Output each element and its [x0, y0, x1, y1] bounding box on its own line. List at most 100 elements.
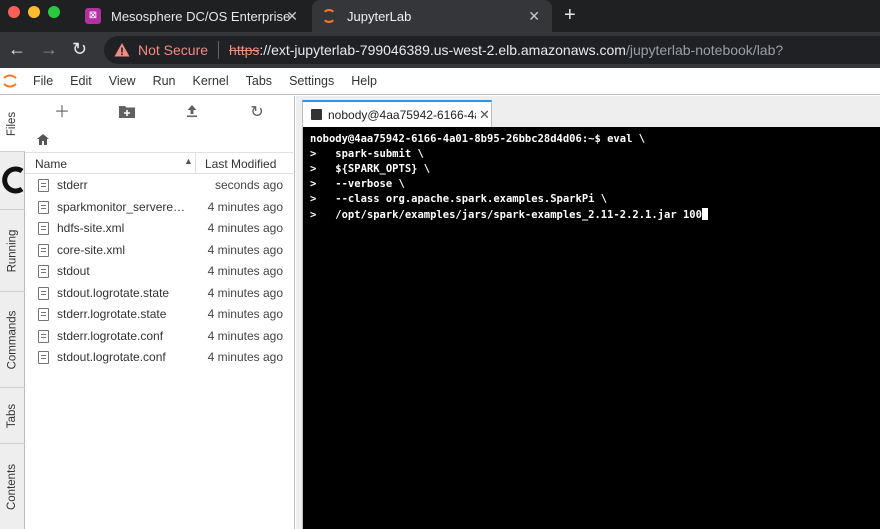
reload-button[interactable]: ↻: [72, 39, 87, 60]
terminal-line-text: > ${SPARK_OPTS} \: [310, 163, 431, 175]
menu-kernel[interactable]: Kernel: [193, 74, 229, 88]
file-row[interactable]: stdout 4 minutes ago: [25, 261, 295, 283]
file-modified: 4 minutes ago: [207, 307, 283, 321]
file-modified: 4 minutes ago: [207, 285, 283, 300]
breadcrumb[interactable]: [37, 134, 49, 148]
menu-edit[interactable]: Edit: [70, 74, 92, 88]
file-row[interactable]: core-site.xml 4 minutes ago: [25, 240, 295, 262]
file-row[interactable]: stdout.logrotate.state 4 minutes ago: [25, 283, 295, 305]
file-row[interactable]: stderr.logrotate.conf 4 minutes ago: [25, 326, 295, 348]
jupyter-menu-bar: File Edit View Run Kernel Tabs Settings …: [0, 68, 880, 95]
file-browser-toolbar: ＋ ↻: [25, 96, 295, 129]
url-scheme: https: [229, 42, 260, 58]
file-modified: 4 minutes ago: [207, 242, 283, 257]
maximize-window-button[interactable]: [48, 6, 60, 18]
file-row[interactable]: stderr seconds ago: [25, 175, 295, 197]
file-name: stdout.logrotate.conf: [57, 350, 166, 364]
file-modified: 4 minutes ago: [207, 221, 283, 235]
menu-settings[interactable]: Settings: [289, 74, 334, 88]
sidebar-tab-label: Contents: [6, 463, 19, 510]
terminal-icon: [311, 109, 322, 120]
close-window-button[interactable]: [8, 6, 20, 18]
file-modified: 4 minutes ago: [207, 350, 283, 364]
terminal-line-text: > --verbose \: [310, 178, 405, 190]
upload-icon[interactable]: [183, 104, 201, 122]
file-modified: 4 minutes ago: [207, 328, 283, 343]
sidebar-tab-label: Running: [6, 229, 19, 272]
file-browser: ＋ ↻ Name ▲ Last Modified stderr seconds a…: [25, 96, 295, 529]
file-name: stdout: [57, 264, 90, 278]
close-tab-icon[interactable]: ✕: [479, 107, 490, 123]
sidebar-tab-contents[interactable]: Contents: [0, 444, 25, 529]
left-sidebar: Files Running Commands Tabs Contents: [0, 96, 25, 529]
file-icon: [38, 286, 49, 300]
sort-ascending-icon[interactable]: ▲: [184, 156, 193, 166]
menu-file[interactable]: File: [33, 74, 53, 88]
new-folder-icon[interactable]: [118, 104, 136, 122]
file-name: core-site.xml: [57, 242, 126, 257]
sidebar-tab-files[interactable]: Files: [0, 96, 25, 152]
file-name: sparkmonitor_serverextension.log: [57, 199, 189, 214]
url-path: /jupyterlab-notebook/lab?: [625, 42, 784, 58]
file-name: hdfs-site.xml: [57, 221, 125, 235]
terminal-line: > spark-submit \: [310, 148, 424, 160]
file-name: stderr: [57, 178, 88, 192]
column-divider[interactable]: [195, 153, 196, 174]
file-icon: [38, 351, 49, 364]
refresh-icon[interactable]: ↻: [248, 104, 266, 122]
terminal-line-text: > /opt/spark/examples/jars/spark-example…: [310, 209, 702, 221]
terminal-line-text: nobody@4aa75942-6166-4a01-8b95-26bbc28d4…: [310, 133, 646, 145]
close-tab-icon[interactable]: ✕: [286, 8, 298, 25]
terminal-tab[interactable]: nobody@4aa75942-6166-4a01-8b95-26bbc28d4…: [302, 100, 492, 127]
file-icon: [38, 329, 49, 343]
browser-tab-jupyterlab[interactable]: JupyterLab ✕: [312, 0, 552, 32]
security-status-label[interactable]: Not Secure: [138, 42, 208, 58]
file-icon: [38, 179, 49, 192]
file-row[interactable]: hdfs-site.xml 4 minutes ago: [25, 218, 295, 240]
warning-icon: [114, 42, 130, 58]
column-name[interactable]: Name: [35, 157, 67, 171]
close-tab-icon[interactable]: ✕: [528, 8, 540, 25]
sidebar-tab-label: Commands: [6, 310, 19, 369]
column-last-modified[interactable]: Last Modified: [205, 157, 276, 171]
terminal-line: > /opt/spark/examples/jars/spark-example…: [310, 208, 708, 221]
file-row[interactable]: sparkmonitor_serverextension.log 4 minute…: [25, 197, 295, 219]
sidebar-tab-running[interactable]: Running: [0, 210, 25, 292]
sidebar-tab-commands[interactable]: Commands: [0, 292, 25, 388]
menu-tabs[interactable]: Tabs: [246, 74, 272, 88]
terminal-line: > --class org.apache.spark.examples.Spar…: [310, 193, 607, 205]
browser-tab-title: JupyterLab: [347, 8, 412, 24]
file-modified: seconds ago: [214, 178, 283, 192]
sidebar-tab-label: Tabs: [6, 403, 19, 428]
address-divider: [218, 41, 220, 59]
url-host: ://ext-jupyterlab-799046389.us-west-2.el…: [259, 42, 626, 58]
address-bar[interactable]: Not Secure https://ext-jupyterlab-799046…: [104, 36, 880, 64]
file-modified: 4 minutes ago: [207, 199, 283, 214]
new-tab-button[interactable]: +: [564, 4, 576, 27]
terminal-line: > ${SPARK_OPTS} \: [310, 163, 430, 175]
file-icon: [38, 308, 49, 321]
sidebar-tab-extension[interactable]: [0, 154, 25, 210]
home-icon: [37, 134, 49, 145]
sidebar-tab-tabs[interactable]: Tabs: [0, 388, 25, 444]
browser-tab-mesosphere[interactable]: ⊠ Mesosphere DC/OS Enterprise ✕: [76, 0, 310, 32]
terminal-cursor: [701, 208, 708, 220]
jupyter-icon: [321, 8, 337, 24]
menu-help[interactable]: Help: [351, 74, 377, 88]
mesosphere-icon: ⊠: [85, 8, 101, 24]
terminal-output[interactable]: nobody@4aa75942-6166-4a01-8b95-26bbc28d4…: [302, 127, 880, 529]
file-modified: 4 minutes ago: [207, 264, 283, 278]
forward-button[interactable]: →: [40, 39, 58, 60]
browser-toolbar: ← → ↻ Not Secure https://ext-jupyterlab-…: [0, 32, 880, 68]
sidebar-tab-label: Files: [6, 111, 19, 136]
file-row[interactable]: stdout.logrotate.conf 4 minutes ago: [25, 347, 295, 369]
menu-run[interactable]: Run: [153, 74, 176, 88]
file-row[interactable]: stderr.logrotate.state 4 minutes ago: [25, 304, 295, 326]
file-list-header: Name ▲ Last Modified: [25, 152, 295, 174]
minimize-window-button[interactable]: [28, 6, 40, 18]
new-launcher-icon[interactable]: ＋: [53, 104, 71, 122]
file-name: stderr.logrotate.conf: [57, 328, 164, 343]
back-button[interactable]: ←: [8, 39, 26, 60]
menu-view[interactable]: View: [109, 74, 136, 88]
jupyter-logo-icon: [3, 72, 17, 90]
